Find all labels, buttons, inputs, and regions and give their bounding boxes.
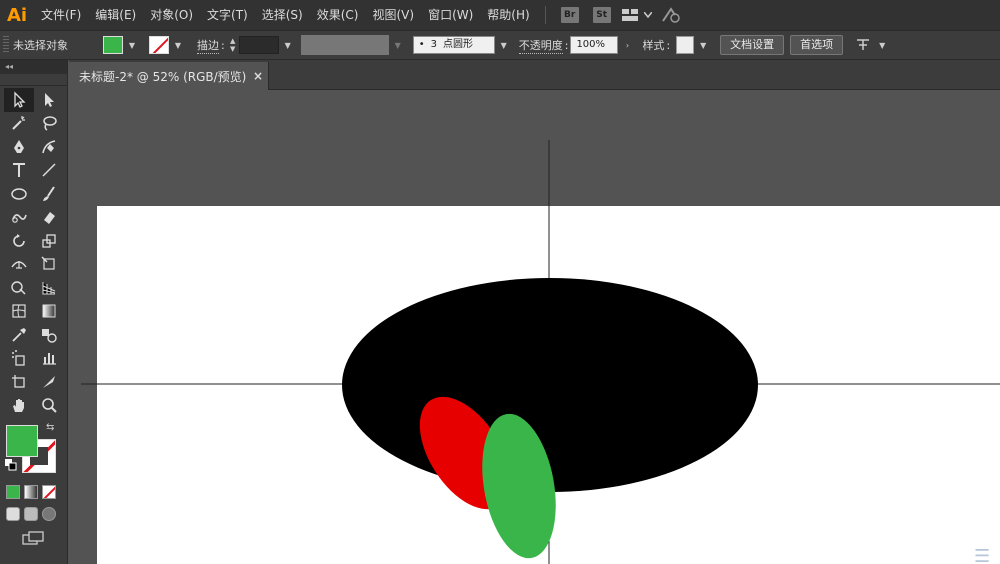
direct-selection-tool-icon[interactable]	[34, 88, 64, 112]
draw-behind-icon[interactable]	[24, 507, 38, 521]
lasso-tool-icon[interactable]	[34, 112, 64, 136]
selection-status: 未选择对象	[13, 39, 68, 52]
menu-separator	[544, 6, 546, 24]
stock-button[interactable]: St	[592, 7, 611, 23]
shape-builder-tool-icon[interactable]	[4, 276, 34, 300]
pen-tool-icon[interactable]	[4, 135, 34, 159]
variable-width-profile[interactable]	[300, 35, 389, 55]
preferences-button[interactable]: 首选项	[790, 35, 844, 55]
workspace-layout-icon[interactable]	[618, 0, 642, 30]
gradient-mode-icon[interactable]	[24, 485, 38, 499]
none-mode-icon[interactable]	[42, 485, 56, 499]
menu-window[interactable]: 窗口(W)	[421, 0, 480, 30]
stroke-label[interactable]: 描边	[197, 37, 219, 54]
screen-mode-icon[interactable]	[22, 531, 46, 545]
fill-color-box[interactable]	[6, 425, 38, 457]
chevron-down-icon[interactable]	[642, 0, 654, 30]
stroke-weight-input[interactable]	[238, 36, 279, 54]
document-setup-button[interactable]: 文档设置	[720, 35, 785, 55]
perspective-grid-tool-icon[interactable]	[34, 276, 64, 300]
close-icon[interactable]: ×	[248, 69, 268, 83]
bridge-button[interactable]: Br	[560, 7, 579, 23]
eraser-tool-icon[interactable]	[34, 206, 64, 230]
canvas-area[interactable]: ☰	[69, 90, 1000, 564]
style-label: 样式	[642, 39, 665, 52]
artboard-tool-icon[interactable]	[4, 370, 34, 394]
ellipse-tool-icon[interactable]	[4, 182, 34, 206]
stroke-swatch[interactable]	[149, 36, 169, 54]
draw-inside-icon[interactable]	[42, 507, 56, 521]
mesh-tool-icon[interactable]	[4, 300, 34, 324]
paintbrush-tool-icon[interactable]	[34, 182, 64, 206]
blend-tool-icon[interactable]	[34, 323, 64, 347]
menu-edit[interactable]: 编辑(E)	[88, 0, 143, 30]
profile-dropdown-icon[interactable]: ▼	[391, 36, 405, 54]
tools-panel-grip[interactable]	[0, 74, 67, 86]
document-tab-title: 未标题-2* @ 52% (RGB/预览)	[79, 69, 247, 84]
brush-dot-icon: •	[418, 39, 425, 50]
stroke-weight-dropdown-icon[interactable]: ▼	[281, 36, 295, 54]
control-bar: 未选择对象 ▼ ▼ 描边 : ▲ ▼ ▼ ▼ • 3 点圆形 ▼ 不透明度 : 1…	[0, 30, 1000, 60]
brush-point-size: 3	[430, 39, 437, 50]
opacity-colon: :	[564, 38, 569, 52]
fill-dropdown-chevron-icon[interactable]: ▼	[125, 36, 139, 54]
document-tab[interactable]: 未标题-2* @ 52% (RGB/预览) ×	[69, 62, 269, 90]
gradient-tool-icon[interactable]	[34, 300, 64, 324]
line-segment-tool-icon[interactable]	[34, 159, 64, 183]
tools-panel-collapse-icon[interactable]: ◂◂	[0, 60, 67, 74]
stroke-colon: :	[221, 38, 225, 52]
menu-object[interactable]: 对象(O)	[143, 0, 200, 30]
column-graph-tool-icon[interactable]	[34, 347, 64, 371]
menu-type[interactable]: 文字(T)	[200, 0, 255, 30]
style-colon: :	[666, 38, 671, 52]
menu-effect[interactable]: 效果(C)	[310, 0, 366, 30]
menu-file[interactable]: 文件(F)	[34, 0, 88, 30]
type-tool-icon[interactable]	[4, 159, 34, 183]
slice-tool-icon[interactable]	[34, 370, 64, 394]
eyedropper-tool-icon[interactable]	[4, 323, 34, 347]
opacity-arrow-icon[interactable]: ›	[620, 36, 634, 54]
rotate-tool-icon[interactable]	[4, 229, 34, 253]
curvature-tool-icon[interactable]	[34, 135, 64, 159]
arrange-documents-icon[interactable]	[853, 30, 873, 60]
brush-shape-name: 点圆形	[443, 39, 473, 50]
default-fill-stroke-icon[interactable]	[5, 459, 17, 471]
magic-wand-tool-icon[interactable]	[4, 112, 34, 136]
watermark-glyph: ☰	[974, 546, 990, 564]
menu-help[interactable]: 帮助(H)	[480, 0, 536, 30]
scale-tool-icon[interactable]	[34, 229, 64, 253]
artwork-canvas: ☰	[81, 140, 1000, 564]
stroke-stepper-icon[interactable]: ▲ ▼	[227, 36, 239, 54]
menu-select[interactable]: 选择(S)	[255, 0, 310, 30]
draw-normal-icon[interactable]	[6, 507, 20, 521]
swap-fill-stroke-icon[interactable]: ⇆	[46, 422, 54, 433]
black-ellipse[interactable]	[342, 278, 758, 492]
gpu-performance-icon[interactable]	[654, 0, 688, 30]
menu-bar: Ai 文件(F) 编辑(E) 对象(O) 文字(T) 选择(S) 效果(C) 视…	[0, 0, 1000, 30]
fill-swatch[interactable]	[103, 36, 123, 54]
shaper-tool-icon[interactable]	[4, 206, 34, 230]
panel-grip[interactable]	[3, 36, 9, 54]
opacity-input[interactable]: 100%	[570, 36, 619, 54]
menu-view[interactable]: 视图(V)	[365, 0, 421, 30]
width-tool-icon[interactable]	[4, 253, 34, 277]
zoom-tool-icon[interactable]	[34, 394, 64, 418]
color-mode-icon[interactable]	[6, 485, 20, 499]
app-logo: Ai	[6, 4, 28, 26]
tools-panel: ◂◂ ⇆	[0, 60, 68, 564]
opacity-label[interactable]: 不透明度	[518, 37, 563, 54]
graphic-style-swatch[interactable]	[676, 36, 695, 54]
symbol-sprayer-tool-icon[interactable]	[4, 347, 34, 371]
style-dropdown-icon[interactable]: ▼	[696, 36, 710, 54]
arrange-dropdown-icon[interactable]: ▼	[875, 36, 889, 54]
brush-definition-select[interactable]: • 3 点圆形	[412, 36, 495, 54]
fill-stroke-controls: ⇆	[0, 421, 67, 481]
selection-tool-icon[interactable]	[4, 88, 34, 112]
hand-tool-icon[interactable]	[4, 394, 34, 418]
brush-dropdown-icon[interactable]: ▼	[497, 36, 511, 54]
document-tab-bar: 未标题-2* @ 52% (RGB/预览) ×	[69, 60, 1000, 90]
free-transform-tool-icon[interactable]	[34, 253, 64, 277]
stroke-dropdown-chevron-icon[interactable]: ▼	[171, 36, 185, 54]
